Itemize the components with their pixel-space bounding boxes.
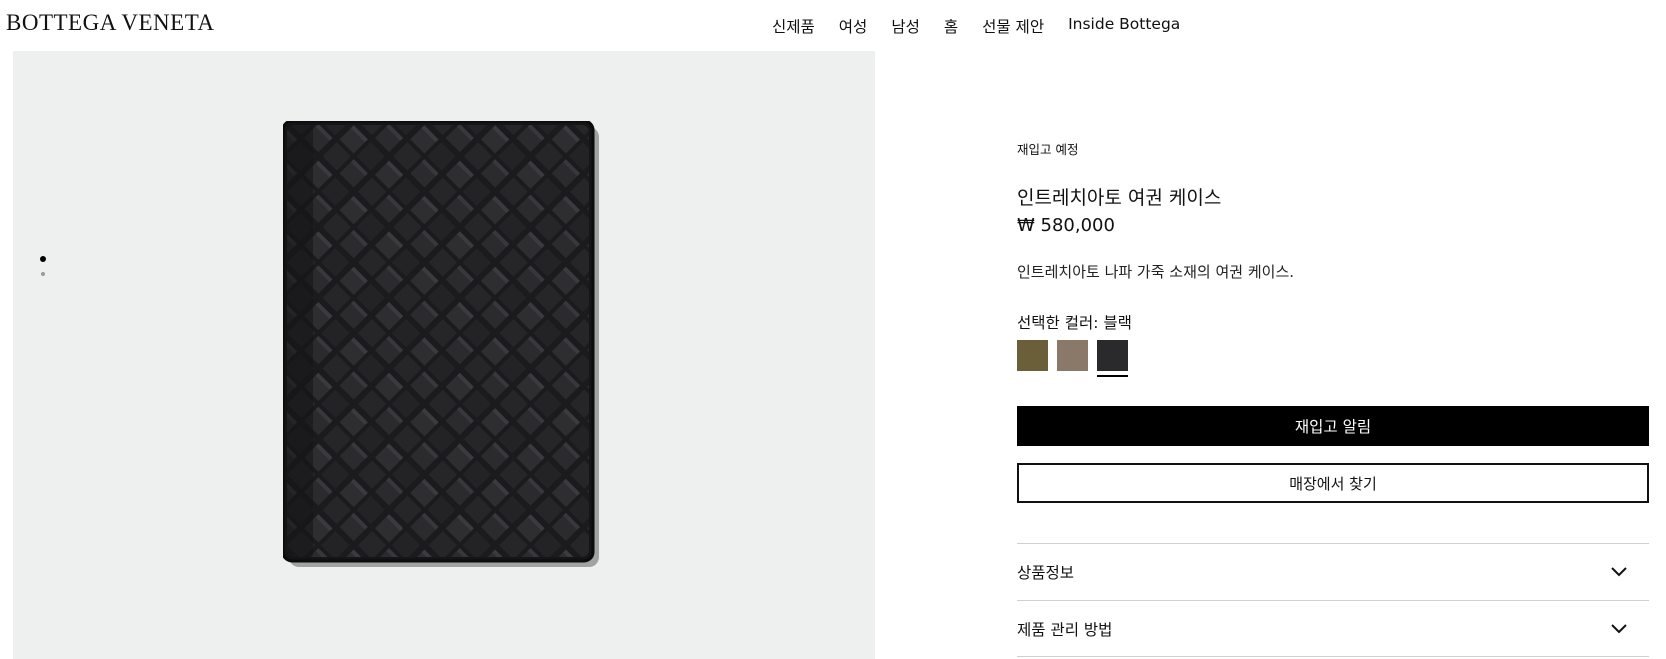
swatch-olive[interactable]: [1017, 340, 1048, 371]
selected-color-label: 선택한 컬러: 블랙: [1017, 314, 1132, 332]
product-image: [281, 119, 603, 575]
brand-logo[interactable]: BOTTEGA VENETA: [6, 10, 215, 36]
swatch-selected-indicator: [1097, 375, 1128, 377]
accordion-label: 제품 관리 방법: [1017, 620, 1113, 639]
product-description: 인트레치아토 나파 가죽 소재의 여권 케이스.: [1017, 263, 1295, 281]
nav-item-gifts[interactable]: 선물 제안: [982, 15, 1044, 37]
product-title: 인트레치아토 여권 케이스: [1017, 187, 1222, 209]
chevron-down-icon: [1611, 567, 1627, 577]
swatch-taupe[interactable]: [1057, 340, 1088, 371]
color-swatches: [1017, 340, 1137, 377]
main-nav: 신제품 여성 남성 홈 선물 제안 Inside Bottega: [772, 15, 1204, 37]
swatch-black[interactable]: [1097, 340, 1128, 377]
product-accordion: 상품정보 제품 관리 방법: [1017, 543, 1649, 657]
site-header: BOTTEGA VENETA 신제품 여성 남성 홈 선물 제안 Inside …: [0, 0, 1666, 50]
nav-item-inside-bottega[interactable]: Inside Bottega: [1068, 15, 1180, 37]
gallery-pagination: [40, 256, 46, 276]
nav-item-new[interactable]: 신제품: [772, 15, 815, 37]
gallery-dot[interactable]: [41, 272, 45, 276]
accordion-care-instructions[interactable]: 제품 관리 방법: [1017, 600, 1649, 657]
passport-case-image: [281, 119, 599, 567]
nav-item-home[interactable]: 홈: [944, 15, 958, 37]
accordion-product-info[interactable]: 상품정보: [1017, 543, 1649, 600]
chevron-down-icon: [1611, 623, 1627, 633]
accordion-label: 상품정보: [1017, 564, 1075, 582]
product-gallery[interactable]: [13, 51, 875, 659]
nav-item-men[interactable]: 남성: [891, 15, 920, 37]
find-in-store-button[interactable]: 매장에서 찾기: [1017, 463, 1649, 503]
product-price: ₩ 580,000: [1017, 215, 1115, 236]
gallery-dot-active[interactable]: [40, 256, 46, 262]
notify-restock-button[interactable]: 재입고 알림: [1017, 406, 1649, 446]
nav-item-women[interactable]: 여성: [839, 15, 868, 37]
restock-note: 재입고 예정: [1017, 142, 1079, 157]
